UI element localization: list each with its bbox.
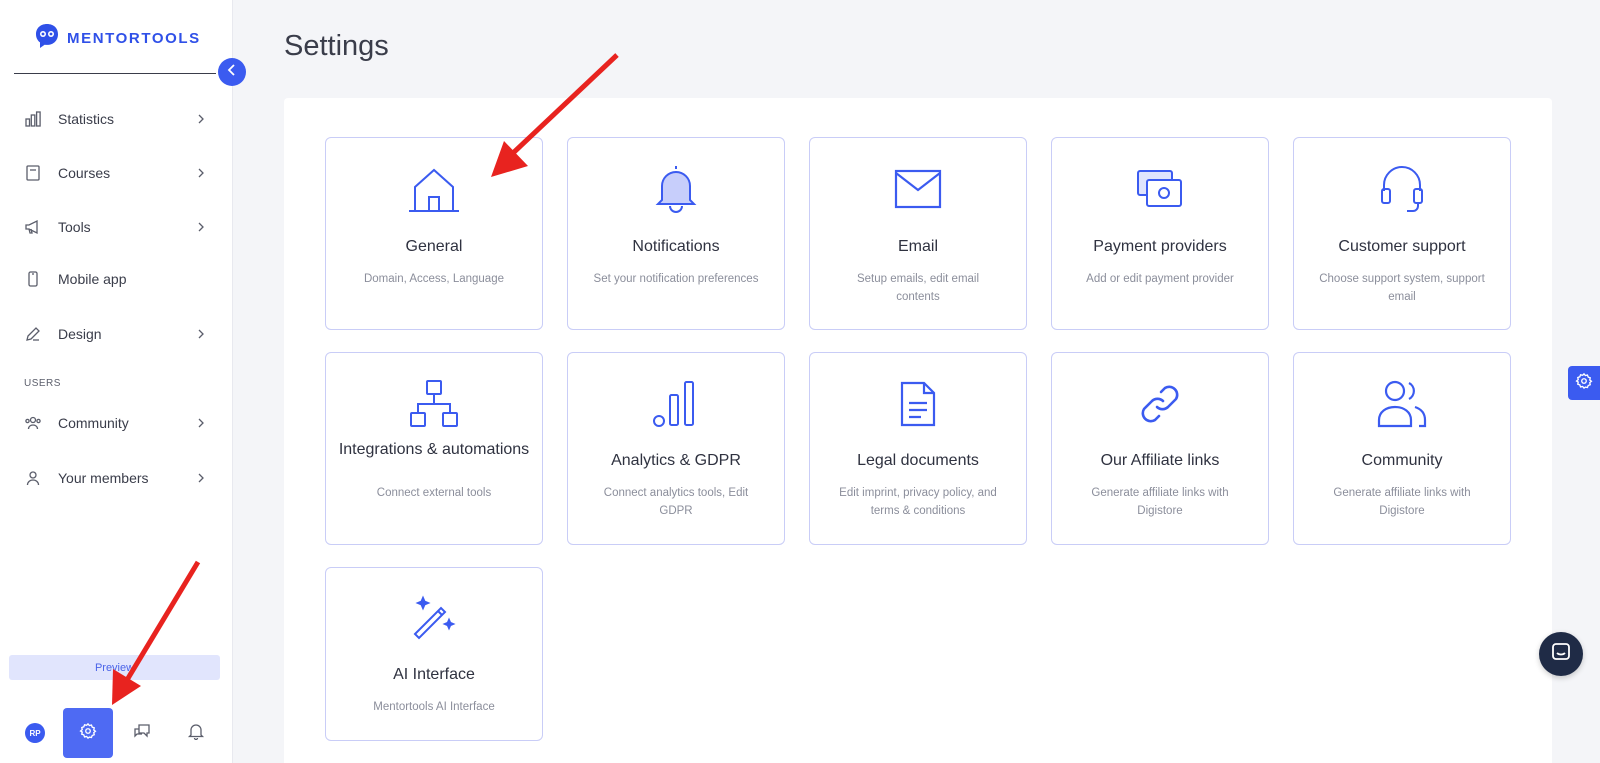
notifications-button[interactable] xyxy=(185,722,207,744)
hierarchy-icon xyxy=(326,379,542,429)
settings-panel: General Domain, Access, Language Notific… xyxy=(284,98,1552,763)
magic-wand-icon xyxy=(326,594,542,644)
gear-icon xyxy=(1575,372,1593,395)
sidebar-item-label: Mobile app xyxy=(58,271,127,287)
document-icon xyxy=(810,379,1026,429)
card-description: Connect external tools xyxy=(376,487,492,499)
sidebar-item-label: Statistics xyxy=(58,111,115,127)
settings-card-general[interactable]: General Domain, Access, Language xyxy=(325,137,543,330)
card-title: Email xyxy=(897,238,938,255)
settings-card-analytics-gdpr[interactable]: Analytics & GDPR Connect analytics tools… xyxy=(567,352,785,545)
chat-icon xyxy=(1550,641,1572,668)
card-description: Set your notification preferences xyxy=(593,273,759,285)
floating-settings-button[interactable] xyxy=(1568,366,1600,400)
house-icon xyxy=(326,166,542,214)
settings-card-notifications[interactable]: Notifications Set your notification pref… xyxy=(567,137,785,330)
sidebar-item-label: Tools xyxy=(58,219,91,235)
sidebar-item-tools[interactable]: Tools xyxy=(22,210,207,244)
users-icon xyxy=(1294,379,1510,429)
chevron-right-icon xyxy=(195,417,207,429)
avatar[interactable]: RP xyxy=(25,723,45,743)
sidebar: MENTORTOOLS Statistics Courses Tools Mob… xyxy=(0,0,233,763)
card-title: Customer support xyxy=(1338,238,1466,255)
sidebar-item-statistics[interactable]: Statistics xyxy=(22,102,207,136)
card-title: Community xyxy=(1361,452,1443,469)
settings-card-integrations[interactable]: Integrations & automations Connect exter… xyxy=(325,352,543,545)
chevron-right-icon xyxy=(195,328,207,340)
card-title: Integrations & automations xyxy=(338,441,530,458)
pencil-icon xyxy=(22,323,44,345)
sidebar-item-mobile-app[interactable]: Mobile app xyxy=(22,262,207,296)
card-description: Setup emails, edit email contents xyxy=(856,273,980,303)
card-title: Payment providers xyxy=(1093,238,1227,255)
chevron-left-icon xyxy=(227,63,237,81)
collapse-sidebar-button[interactable] xyxy=(218,58,246,86)
settings-card-legal-documents[interactable]: Legal documents Edit imprint, privacy po… xyxy=(809,352,1027,545)
settings-card-email[interactable]: Email Setup emails, edit email contents xyxy=(809,137,1027,330)
page-title: Settings xyxy=(284,30,389,62)
mentortools-logo-icon xyxy=(33,22,61,55)
card-description: Generate affiliate links with Digistore xyxy=(1091,487,1229,517)
section-label-users: USERS xyxy=(24,378,61,389)
chat-bubbles-icon xyxy=(133,722,151,745)
money-icon xyxy=(1052,168,1268,210)
card-description: Choose support system, support email xyxy=(1319,273,1485,303)
sidebar-bottom-bar: RP xyxy=(0,706,233,760)
bell-icon xyxy=(187,722,205,745)
live-chat-button[interactable] xyxy=(1539,632,1583,676)
feedback-button[interactable] xyxy=(131,722,153,744)
logo[interactable]: MENTORTOOLS xyxy=(33,22,201,55)
card-description: Generate affiliate links with Digistore xyxy=(1333,487,1471,517)
card-title: AI Interface xyxy=(393,666,475,683)
bar-chart-icon xyxy=(22,108,44,130)
chevron-right-icon xyxy=(195,472,207,484)
card-title: Our Affiliate links xyxy=(1100,452,1220,469)
megaphone-icon xyxy=(22,216,44,238)
chevron-right-icon xyxy=(195,113,207,125)
headset-icon xyxy=(1294,165,1510,215)
bell-icon xyxy=(568,164,784,214)
chevron-right-icon xyxy=(195,167,207,179)
settings-card-affiliate-links[interactable]: Our Affiliate links Generate affiliate l… xyxy=(1051,352,1269,545)
brand-name: MENTORTOOLS xyxy=(67,30,201,47)
settings-card-ai-interface[interactable]: AI Interface Mentortools AI Interface xyxy=(325,567,543,741)
person-icon xyxy=(22,467,44,489)
card-title: Notifications xyxy=(632,238,720,255)
card-description: Edit imprint, privacy policy, and terms … xyxy=(839,487,997,517)
sidebar-item-label: Your members xyxy=(58,470,149,486)
card-description: Connect analytics tools, Edit GDPR xyxy=(603,487,749,517)
settings-card-customer-support[interactable]: Customer support Choose support system, … xyxy=(1293,137,1511,330)
sidebar-item-community[interactable]: Community xyxy=(22,406,207,440)
card-description: Add or edit payment provider xyxy=(1086,273,1234,285)
people-icon xyxy=(22,412,44,434)
book-icon xyxy=(22,162,44,184)
sidebar-item-label: Design xyxy=(58,326,102,342)
card-description: Domain, Access, Language xyxy=(363,273,504,285)
sidebar-item-design[interactable]: Design xyxy=(22,317,207,351)
analytics-icon xyxy=(568,379,784,429)
settings-card-payment-providers[interactable]: Payment providers Add or edit payment pr… xyxy=(1051,137,1269,330)
card-title: Analytics & GDPR xyxy=(611,452,741,469)
chevron-right-icon xyxy=(195,221,207,233)
card-title: Legal documents xyxy=(857,452,979,469)
sidebar-item-label: Courses xyxy=(58,165,111,181)
gear-icon xyxy=(79,722,97,745)
settings-button[interactable] xyxy=(63,708,113,758)
settings-card-community[interactable]: Community Generate affiliate links with … xyxy=(1293,352,1511,545)
card-title: General xyxy=(405,238,463,255)
sidebar-item-your-members[interactable]: Your members xyxy=(22,461,207,495)
phone-icon xyxy=(22,268,44,290)
link-icon xyxy=(1052,381,1268,427)
sidebar-item-label: Community xyxy=(58,415,129,431)
card-description: Mentortools AI Interface xyxy=(373,701,495,713)
divider xyxy=(14,73,216,74)
preview-button[interactable]: Preview xyxy=(9,655,220,680)
sidebar-item-courses[interactable]: Courses xyxy=(22,156,207,190)
envelope-icon xyxy=(810,169,1026,209)
